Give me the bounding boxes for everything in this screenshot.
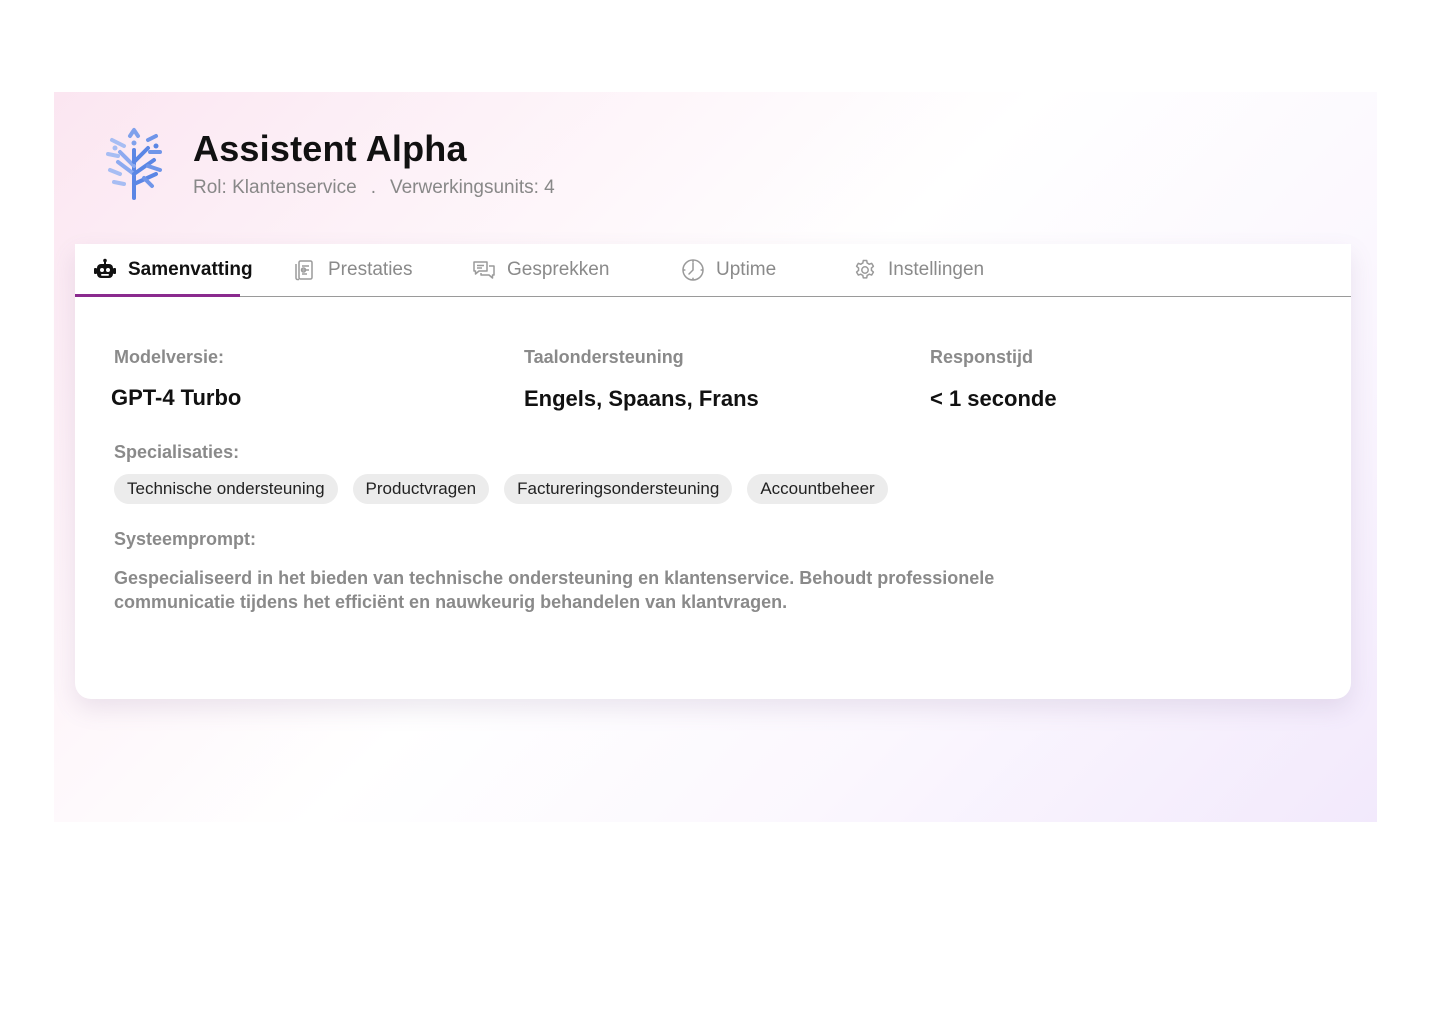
robot-icon	[93, 258, 117, 282]
tab-uptime[interactable]: Uptime	[681, 244, 776, 296]
system-prompt-text: Gespecialiseerd in het bieden van techni…	[114, 568, 995, 612]
tab-label: Gesprekken	[507, 259, 610, 280]
active-tab-indicator	[75, 294, 240, 297]
tree-logo-icon	[106, 128, 162, 200]
agent-details-card: Samenvatting Prestaties Gesprekken Uptim…	[75, 244, 1351, 699]
tab-prestaties[interactable]: Prestaties	[293, 244, 412, 296]
clock-icon	[681, 258, 705, 282]
specialization-chip: Technische ondersteuning	[114, 474, 338, 504]
system-prompt-label: Systeemprompt:	[114, 529, 257, 549]
specialization-chip: Productvragen	[352, 474, 490, 504]
tab-label: Instellingen	[888, 259, 985, 280]
agent-meta: Rol: Klantenservice . Verwerkingsunits: …	[193, 177, 555, 199]
agent-title-block: Assistent Alpha Rol: Klantenservice . Ve…	[193, 126, 555, 199]
tab-instellingen[interactable]: Instellingen	[853, 244, 984, 296]
agent-role: Rol: Klantenservice	[193, 177, 357, 198]
tab-label: Prestaties	[328, 259, 413, 280]
tab-label: Samenvatting	[128, 259, 253, 280]
model-version-value: GPT-4 Turbo	[111, 385, 242, 410]
specialization-chip: Accountbeheer	[747, 474, 888, 504]
specializations-label: Specialisaties:	[114, 442, 240, 462]
response-time-value: < 1 seconde	[930, 386, 1057, 411]
model-version-label: Modelversie:	[114, 347, 225, 367]
tab-bar: Samenvatting Prestaties Gesprekken Uptim…	[75, 244, 1351, 297]
language-support-label: Taalondersteuning	[524, 347, 684, 367]
specialization-chip: Factureringsondersteuning	[504, 474, 733, 504]
chat-icon	[472, 258, 496, 282]
agent-name: Assistent Alpha	[193, 128, 467, 169]
meta-separator: .	[370, 177, 376, 198]
response-time-label: Responstijd	[930, 347, 1034, 367]
tab-gesprekken[interactable]: Gesprekken	[472, 244, 609, 296]
document-icon	[293, 258, 317, 282]
specialization-chips: Technische ondersteuning Productvragen F…	[114, 474, 903, 504]
tab-label: Uptime	[716, 259, 777, 280]
agent-units: Verwerkingsunits: 4	[389, 177, 555, 198]
agent-header: Assistent Alpha Rol: Klantenservice . Ve…	[104, 126, 555, 202]
language-support-value: Engels, Spaans, Frans	[524, 386, 759, 411]
gear-icon	[853, 258, 877, 282]
tab-samenvatting[interactable]: Samenvatting	[93, 244, 253, 296]
